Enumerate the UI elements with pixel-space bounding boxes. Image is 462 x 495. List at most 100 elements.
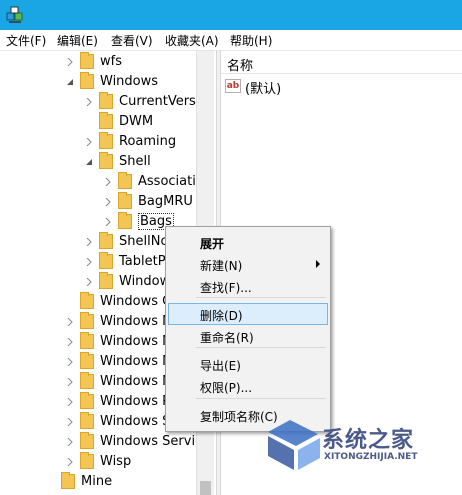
folder-icon xyxy=(99,152,113,169)
context-menu-item-label: 查找(F)... xyxy=(200,281,252,295)
string-value-icon: ab xyxy=(225,79,241,93)
menu-file[interactable]: 文件(F) xyxy=(6,32,46,49)
folder-icon xyxy=(118,172,132,189)
expanded-chevron-icon[interactable] xyxy=(66,78,74,86)
context-menu-item[interactable]: 查找(F)... xyxy=(168,275,328,297)
menu-separator xyxy=(196,398,326,399)
tree-item-label: Window xyxy=(119,274,171,289)
collapsed-chevron-icon[interactable] xyxy=(104,178,112,186)
folder-icon xyxy=(80,372,94,389)
tree-item-label: wfs xyxy=(100,54,122,69)
tree-item[interactable]: wfs xyxy=(0,52,216,72)
context-menu-item[interactable]: 展开 xyxy=(168,231,328,253)
context-menu-item[interactable]: 删除(D) xyxy=(168,303,328,325)
collapsed-chevron-icon[interactable] xyxy=(66,438,74,446)
collapsed-chevron-icon[interactable] xyxy=(66,58,74,66)
folder-icon xyxy=(118,192,132,209)
folder-icon xyxy=(80,332,94,349)
collapsed-chevron-icon[interactable] xyxy=(66,358,74,366)
tree-item[interactable]: Windows xyxy=(0,72,216,92)
folder-icon xyxy=(80,52,94,69)
context-menu-item-label: 新建(N) xyxy=(200,259,243,273)
tree-item[interactable]: CurrentVersic xyxy=(0,92,216,112)
folder-icon xyxy=(80,392,94,409)
collapsed-chevron-icon[interactable] xyxy=(66,418,74,426)
tree-item[interactable]: Wisp xyxy=(0,452,216,472)
folder-icon xyxy=(61,472,75,489)
submenu-arrow-icon xyxy=(316,260,320,268)
collapsed-chevron-icon[interactable] xyxy=(85,278,93,286)
context-menu-item[interactable]: 导出(E) xyxy=(168,353,328,375)
collapsed-chevron-icon[interactable] xyxy=(66,338,74,346)
tree-item[interactable]: Shell xyxy=(0,152,216,172)
collapsed-chevron-icon[interactable] xyxy=(85,258,93,266)
tree-item-label: Windows S xyxy=(100,414,171,429)
tree-item-label: Windows M xyxy=(100,354,174,369)
context-menu-item[interactable]: 新建(N) xyxy=(168,253,328,275)
collapsed-chevron-icon[interactable] xyxy=(85,238,93,246)
folder-icon xyxy=(80,72,94,89)
watermark: 系统之家 XITONGZHIJIA.NET xyxy=(260,408,460,478)
menu-edit[interactable]: 编辑(E) xyxy=(57,32,98,49)
menu-help[interactable]: 帮助(H) xyxy=(230,32,272,49)
tree-item-label: Shell xyxy=(119,154,151,169)
tree-item-label: TabletP xyxy=(119,254,166,269)
folder-icon xyxy=(118,212,132,229)
context-menu-item-label: 导出(E) xyxy=(200,359,241,373)
tree-item-label: ShellNo xyxy=(119,234,169,249)
context-menu: 展开 新建(N) 查找(F)... 删除(D) 重命名(R) 导出(E) 权限(P)... 复… xyxy=(165,226,331,432)
folder-icon xyxy=(99,132,113,149)
tree-item[interactable]: BagMRU xyxy=(0,192,216,212)
folder-icon xyxy=(80,412,94,429)
tree-item[interactable]: DWM xyxy=(0,112,216,132)
value-name: (默认) xyxy=(245,82,282,97)
expanded-chevron-icon[interactable] xyxy=(85,158,93,166)
folder-icon xyxy=(99,272,113,289)
folder-icon xyxy=(80,312,94,329)
context-menu-item[interactable]: 权限(P)... xyxy=(168,375,328,397)
context-menu-item-label: 展开 xyxy=(200,237,225,251)
context-menu-item-label: 删除(D) xyxy=(200,309,243,323)
context-menu-item-label: 重命名(R) xyxy=(200,331,254,345)
menu-bar: 文件(F) 编辑(E) 查看(V) 收藏夹(A) 帮助(H) xyxy=(0,30,462,51)
collapsed-chevron-icon[interactable] xyxy=(66,318,74,326)
tree-item-label: Windows M xyxy=(100,314,174,329)
tree-item-label: Windows Service xyxy=(100,434,211,449)
collapsed-chevron-icon[interactable] xyxy=(66,458,74,466)
collapsed-chevron-icon[interactable] xyxy=(85,98,93,106)
collapsed-chevron-icon[interactable] xyxy=(66,378,74,386)
watermark-logo-icon xyxy=(268,420,320,470)
collapsed-chevron-icon[interactable] xyxy=(66,398,74,406)
tree-item-label: Windows xyxy=(100,74,159,89)
collapsed-chevron-icon[interactable] xyxy=(85,138,93,146)
tree-item-label: Roaming xyxy=(119,134,177,149)
tree-item-label: DWM xyxy=(119,114,154,129)
tree-item[interactable]: Windows Service xyxy=(0,432,216,452)
tree-item-label: Mine xyxy=(81,474,113,489)
context-menu-item-label: 权限(P)... xyxy=(200,381,253,395)
tree-item-label: CurrentVersic xyxy=(119,94,207,109)
tree-item-label: Windows C xyxy=(100,294,172,309)
tree-item-label: Associatic xyxy=(138,174,203,189)
tree-item-label: Windows M xyxy=(100,334,174,349)
tree-item-label: Windows P xyxy=(100,394,171,409)
folder-icon xyxy=(99,232,113,249)
collapsed-chevron-icon[interactable] xyxy=(104,218,112,226)
scrollbar-thumb[interactable] xyxy=(200,481,211,495)
regedit-icon xyxy=(6,6,23,23)
folder-icon xyxy=(80,292,94,309)
tree-item-label: Wisp xyxy=(100,454,132,469)
tree-item-label: BagMRU xyxy=(138,194,193,209)
menu-favorites[interactable]: 收藏夹(A) xyxy=(165,32,219,49)
context-menu-item[interactable]: 重命名(R) xyxy=(168,325,328,347)
title-bar xyxy=(0,0,462,30)
tree-item[interactable]: Roaming xyxy=(0,132,216,152)
watermark-url: XITONGZHIJIA.NET xyxy=(324,452,418,462)
folder-icon xyxy=(99,252,113,269)
folder-icon xyxy=(99,112,113,129)
tree-item[interactable]: Mine xyxy=(0,472,216,492)
tree-item[interactable]: Associatic xyxy=(0,172,216,192)
menu-view[interactable]: 查看(V) xyxy=(111,32,153,49)
column-header-name[interactable]: 名称 xyxy=(221,51,462,74)
collapsed-chevron-icon[interactable] xyxy=(104,198,112,206)
